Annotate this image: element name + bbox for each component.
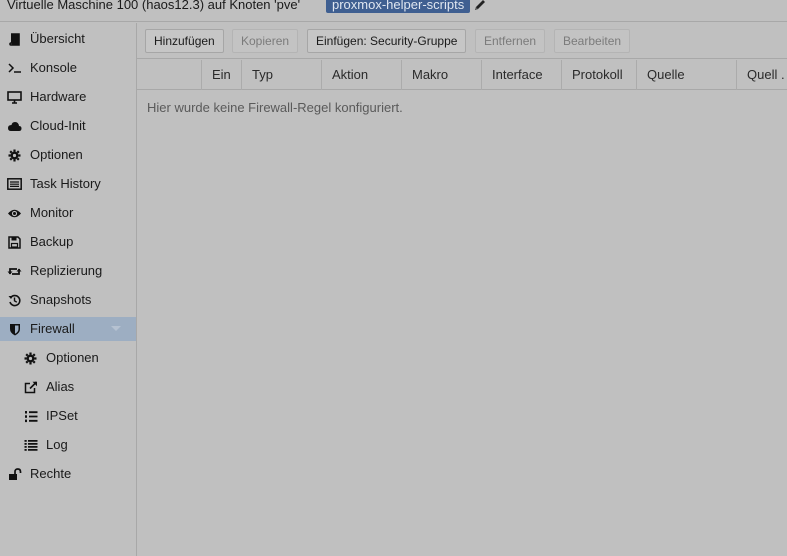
sidebar-item-backup[interactable]: Backup xyxy=(0,230,136,254)
sidebar-item-label: Rechte xyxy=(30,466,72,481)
sidebar-item-label: Optionen xyxy=(30,147,83,162)
gear-icon xyxy=(7,148,22,162)
sidebar-item-label: Alias xyxy=(46,379,75,394)
sidebar-item-label: Monitor xyxy=(30,205,74,220)
sidebar-item-label: IPSet xyxy=(46,408,78,423)
sidebar-item-label: Optionen xyxy=(46,350,99,365)
sidebar-item-cloud-init[interactable]: Cloud-Init xyxy=(0,114,136,138)
empty-grid-message: Hier wurde keine Firewall-Regel konfigur… xyxy=(147,100,403,115)
tag-badge[interactable]: proxmox-helper-scripts xyxy=(326,0,471,13)
sidebar-item-replizierung[interactable]: Replizierung xyxy=(0,259,136,283)
sidebar-item-snapshots[interactable]: Snapshots xyxy=(0,288,136,312)
chevron-down-icon[interactable] xyxy=(111,326,121,331)
sidebar-item-uebersicht[interactable]: Übersicht xyxy=(0,27,136,51)
sidebar-item-firewall[interactable]: Firewall xyxy=(0,317,136,341)
toolbar: Hinzufügen Kopieren Einfügen: Security-G… xyxy=(137,23,787,59)
add-button[interactable]: Hinzufügen xyxy=(145,29,224,53)
insert-security-group-button[interactable]: Einfügen: Security-Gruppe xyxy=(307,29,467,53)
column-header-macro[interactable]: Makro xyxy=(401,60,481,90)
sidebar-item-log[interactable]: Log xyxy=(0,433,136,457)
sidebar-item-label: Task History xyxy=(30,176,101,191)
gear-icon xyxy=(23,351,38,365)
sidebar-item-optionen[interactable]: Optionen xyxy=(0,143,136,167)
pencil-icon[interactable] xyxy=(473,0,487,12)
sidebar-item-monitor[interactable]: Monitor xyxy=(0,201,136,225)
column-header-type[interactable]: Typ xyxy=(241,60,321,90)
sidebar-item-ipset[interactable]: IPSet xyxy=(0,404,136,428)
desktop-icon xyxy=(7,90,22,104)
sidebar-item-task-history[interactable]: Task History xyxy=(0,172,136,196)
sidebar-item-konsole[interactable]: Konsole xyxy=(0,56,136,80)
sidebar-item-label: Konsole xyxy=(30,60,77,75)
sidebar-item-hardware[interactable]: Hardware xyxy=(0,85,136,109)
sidebar-item-label: Übersicht xyxy=(30,31,85,46)
column-header-protocol[interactable]: Protokoll xyxy=(561,60,636,90)
history-icon xyxy=(7,293,22,307)
cloud-icon xyxy=(7,119,22,133)
title-bar: Virtuelle Maschine 100 (haos12.3) auf Kn… xyxy=(0,0,787,22)
copy-button[interactable]: Kopieren xyxy=(232,29,299,53)
external-link-icon xyxy=(23,380,38,394)
list-alt-icon xyxy=(7,177,22,191)
unlock-icon xyxy=(7,467,22,481)
shield-icon xyxy=(7,322,22,336)
column-header-enabled[interactable]: Ein xyxy=(201,60,241,90)
column-header-interface[interactable]: Interface xyxy=(481,60,561,90)
sidebar-item-label: Firewall xyxy=(30,321,75,336)
floppy-icon xyxy=(7,235,22,249)
column-header-action[interactable]: Aktion xyxy=(321,60,401,90)
column-header-source-port[interactable]: Quell . xyxy=(736,60,787,90)
sidebar-item-alias[interactable]: Alias xyxy=(0,375,136,399)
sidebar-item-label: Cloud-Init xyxy=(30,118,86,133)
column-header-drag[interactable] xyxy=(137,60,201,90)
page-title: Virtuelle Maschine 100 (haos12.3) auf Kn… xyxy=(7,0,301,12)
retweet-icon xyxy=(7,264,22,278)
sidebar-item-rechte[interactable]: Rechte xyxy=(0,462,136,486)
sidebar-item-label: Hardware xyxy=(30,89,87,104)
book-icon xyxy=(7,32,22,46)
edit-button[interactable]: Bearbeiten xyxy=(554,29,631,53)
remove-button[interactable]: Entfernen xyxy=(475,29,546,53)
sidebar-item-label: Replizierung xyxy=(30,263,103,278)
sidebar-item-label: Log xyxy=(46,437,68,452)
terminal-icon xyxy=(7,61,22,75)
sidebar: Übersicht Konsole Hardware Cloud-Init Op… xyxy=(0,23,137,556)
list-ol-icon xyxy=(23,409,38,423)
sidebar-item-firewall-optionen[interactable]: Optionen xyxy=(0,346,136,370)
column-header-source[interactable]: Quelle xyxy=(636,60,736,90)
sidebar-item-label: Snapshots xyxy=(30,292,92,307)
grid-header: Ein Typ Aktion Makro Interface Protokoll… xyxy=(137,60,787,90)
sidebar-item-label: Backup xyxy=(30,234,74,249)
eye-icon xyxy=(7,206,22,220)
list-icon xyxy=(23,438,38,452)
